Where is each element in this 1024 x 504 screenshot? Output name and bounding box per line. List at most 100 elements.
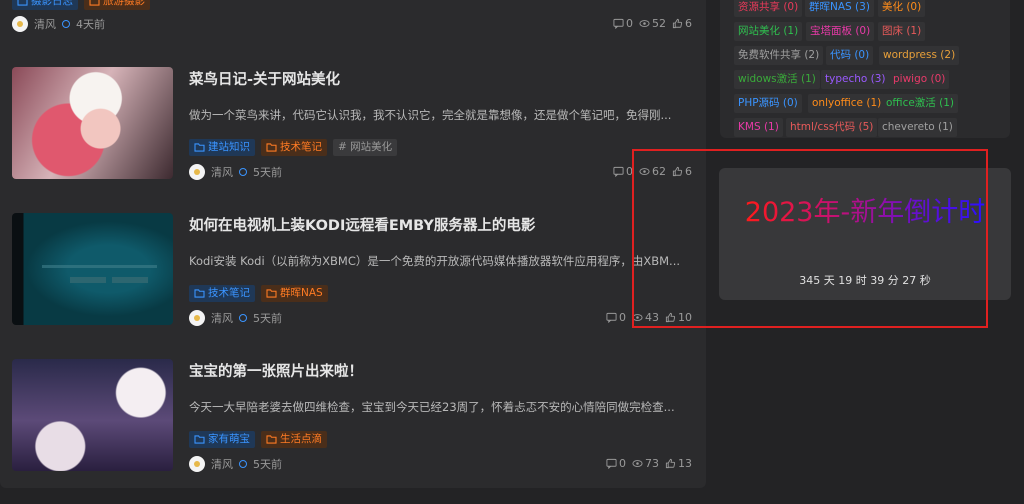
comment-count: 0 bbox=[606, 311, 626, 324]
thumbs-up-icon bbox=[665, 312, 676, 323]
cloud-tag-link[interactable]: 网站美化 (1) bbox=[734, 22, 803, 41]
author-name[interactable]: 清风 bbox=[34, 16, 56, 32]
tag-label: 技术笔记 bbox=[208, 287, 250, 299]
folder-icon bbox=[266, 289, 277, 298]
tag-link[interactable]: 旅游摄影 bbox=[84, 0, 150, 10]
tag-label: 群晖NAS bbox=[280, 287, 323, 299]
post-item: 菜鸟日记-关于网站美化 做为一个菜鸟来讲，代码它认识我，我不认识它，完全就是靠想… bbox=[12, 67, 692, 181]
top-post-meta: 清风 4天前 0 52 6 bbox=[12, 16, 692, 34]
cloud-tag-link[interactable]: 美化 (0) bbox=[878, 0, 926, 17]
cloud-tag-link[interactable]: 代码 (0) bbox=[826, 46, 874, 65]
tag-label: 摄影日志 bbox=[31, 0, 73, 7]
comment-icon bbox=[606, 458, 617, 469]
comment-count: 0 bbox=[613, 17, 633, 30]
post-time: 4天前 bbox=[76, 18, 105, 31]
new-year-countdown-widget: 2023年-新年倒计时 345 天 19 时 39 分 27 秒 bbox=[719, 168, 1011, 300]
avatar[interactable] bbox=[189, 310, 205, 326]
comment-count: 0 bbox=[613, 165, 633, 178]
post-meta: 清风 5天前 0 73 13 bbox=[189, 456, 692, 474]
cloud-tag-link[interactable]: office激活 (1) bbox=[882, 94, 959, 113]
top-post-tags: 摄影日志 旅游摄影 bbox=[12, 0, 150, 10]
view-count: 73 bbox=[632, 457, 659, 470]
avatar[interactable] bbox=[12, 16, 28, 32]
post-time: 5天前 bbox=[253, 458, 282, 471]
countdown-title: 2023年-新年倒计时 bbox=[744, 197, 986, 228]
tag-label: 家有萌宝 bbox=[208, 433, 250, 445]
tag-link[interactable]: 群晖NAS bbox=[261, 285, 328, 302]
thumbs-up-icon bbox=[672, 166, 683, 177]
tag-link[interactable]: 生活点滴 bbox=[261, 431, 327, 448]
cloud-tag-link[interactable]: typecho (3) bbox=[821, 70, 890, 89]
avatar[interactable] bbox=[189, 456, 205, 472]
post-title[interactable]: 如何在电视机上装KODI远程看EMBY服务器上的电影 bbox=[189, 214, 535, 235]
post-tags: 建站知识 技术笔记 # 网站美化 bbox=[189, 139, 398, 156]
countdown-remaining: 345 天 19 时 39 分 27 秒 bbox=[799, 274, 931, 287]
cloud-tag-link[interactable]: piwigo (0) bbox=[889, 70, 950, 89]
like-count[interactable]: 13 bbox=[665, 457, 692, 470]
eye-icon bbox=[632, 460, 643, 467]
post-title[interactable]: 宝宝的第一张照片出来啦！ bbox=[189, 360, 363, 381]
clock-icon bbox=[239, 314, 247, 322]
author-name[interactable]: 清风 bbox=[211, 310, 233, 326]
cloud-tag-link[interactable]: chevereto (1) bbox=[878, 118, 957, 137]
clock-icon bbox=[239, 460, 247, 468]
folder-icon bbox=[194, 435, 205, 444]
comment-icon bbox=[606, 312, 617, 323]
author-name[interactable]: 清风 bbox=[211, 456, 233, 472]
post-item: 宝宝的第一张照片出来啦！ 今天一大早陪老婆去做四维检查，宝宝到今天已经23周了，… bbox=[12, 359, 692, 473]
author-name[interactable]: 清风 bbox=[211, 164, 233, 180]
comment-icon bbox=[613, 166, 624, 177]
cloud-tag-link[interactable]: wordpress (2) bbox=[879, 46, 960, 65]
post-item: 如何在电视机上装KODI远程看EMBY服务器上的电影 Kodi安装 Kodi（以… bbox=[12, 213, 692, 327]
post-title[interactable]: 菜鸟日记-关于网站美化 bbox=[189, 68, 340, 89]
cloud-tag-link[interactable]: 群晖NAS (3) bbox=[805, 0, 874, 17]
comment-icon bbox=[613, 18, 624, 29]
eye-icon bbox=[632, 314, 643, 321]
cloud-tag-link[interactable]: 免费软件共享 (2) bbox=[734, 46, 824, 65]
tag-link[interactable]: 摄影日志 bbox=[12, 0, 78, 10]
cloud-tag-link[interactable]: widows激活 (1) bbox=[734, 70, 820, 89]
folder-icon bbox=[17, 0, 28, 6]
tag-link[interactable]: # 网站美化 bbox=[333, 139, 398, 156]
view-count: 43 bbox=[632, 311, 659, 324]
post-tags: 家有萌宝 生活点滴 bbox=[189, 431, 327, 448]
eye-icon bbox=[639, 20, 650, 27]
cloud-tag-link[interactable]: 资源共享 (0) bbox=[734, 0, 803, 17]
avatar[interactable] bbox=[189, 164, 205, 180]
tag-link[interactable]: 技术笔记 bbox=[261, 139, 327, 156]
tag-cloud-widget: 资源共享 (0) 群晖NAS (3) 美化 (0) 网站美化 (1) 宝塔面板 … bbox=[720, 0, 1010, 138]
post-meta: 清风 5天前 0 62 6 bbox=[189, 164, 692, 182]
post-thumbnail[interactable] bbox=[12, 359, 173, 471]
tag-label: 旅游摄影 bbox=[103, 0, 145, 7]
tag-link[interactable]: 家有萌宝 bbox=[189, 431, 255, 448]
cloud-tag-link[interactable]: 图床 (1) bbox=[878, 22, 926, 41]
post-thumbnail[interactable] bbox=[12, 67, 173, 179]
post-tags: 技术笔记 群晖NAS bbox=[189, 285, 328, 302]
tag-label: # 网站美化 bbox=[338, 141, 393, 153]
folder-icon bbox=[266, 435, 277, 444]
post-excerpt: Kodi安装 Kodi（以前称为XBMC）是一个免费的开放源代码媒体播放器软件应… bbox=[189, 254, 681, 268]
post-thumbnail[interactable] bbox=[12, 213, 173, 325]
tag-link[interactable]: 建站知识 bbox=[189, 139, 255, 156]
like-count[interactable]: 6 bbox=[672, 165, 692, 178]
folder-icon bbox=[266, 143, 277, 152]
like-count[interactable]: 10 bbox=[665, 311, 692, 324]
cloud-tag-link[interactable]: 宝塔面板 (0) bbox=[806, 22, 875, 41]
tag-label: 生活点滴 bbox=[280, 433, 322, 445]
cloud-tag-link[interactable]: PHP源码 (0) bbox=[734, 94, 802, 113]
folder-icon bbox=[89, 0, 100, 6]
cloud-tag-link[interactable]: KMS (1) bbox=[734, 118, 783, 137]
eye-icon bbox=[639, 168, 650, 175]
tag-link[interactable]: 技术笔记 bbox=[189, 285, 255, 302]
like-count[interactable]: 6 bbox=[672, 17, 692, 30]
comment-count: 0 bbox=[606, 457, 626, 470]
view-count: 52 bbox=[639, 17, 666, 30]
clock-icon bbox=[62, 20, 70, 28]
cloud-tag-link[interactable]: onlyoffice (1) bbox=[808, 94, 886, 113]
post-time: 5天前 bbox=[253, 312, 282, 325]
thumbs-up-icon bbox=[665, 458, 676, 469]
cloud-tag-link[interactable]: html/css代码 (5) bbox=[786, 118, 878, 137]
thumbs-up-icon bbox=[672, 18, 683, 29]
clock-icon bbox=[239, 168, 247, 176]
post-meta: 清风 5天前 0 43 10 bbox=[189, 310, 692, 328]
